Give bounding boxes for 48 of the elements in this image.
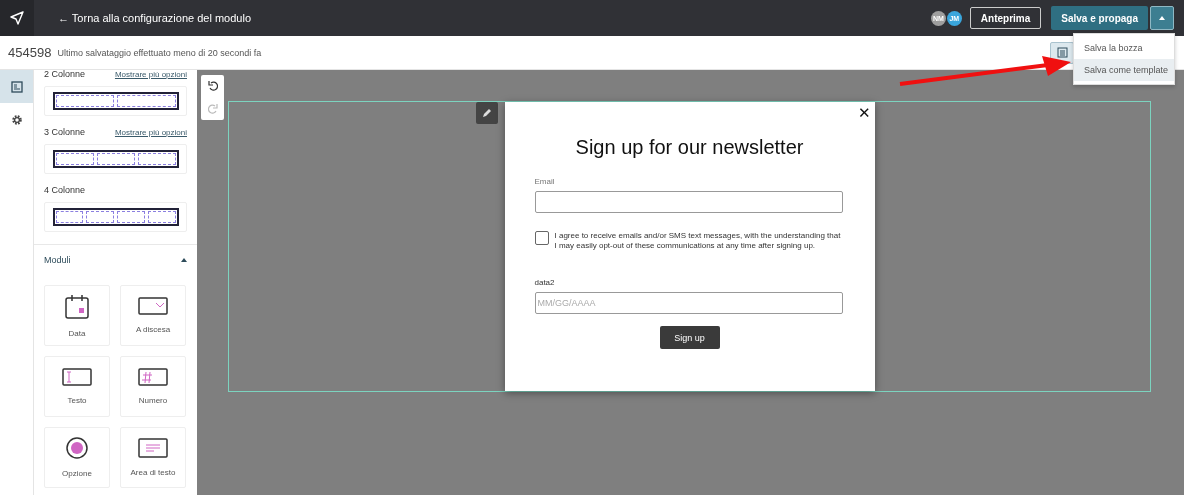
hash-field-icon (138, 368, 168, 386)
layout-label: 4 Colonne (44, 185, 86, 195)
dropdown-icon (138, 297, 168, 315)
save-status: Ultimo salvataggio effettuato meno di 20 secondi fa (57, 47, 262, 58)
form-icon (10, 80, 23, 93)
form-id: 454598 (8, 45, 52, 60)
module-tile[interactable]: Numero (120, 356, 186, 417)
menu-item[interactable]: Salva la bozza (1074, 37, 1174, 59)
consent-checkbox[interactable] (534, 231, 549, 245)
date-field[interactable]: MM/GG/AAAA (534, 292, 843, 315)
menu-toggle-button[interactable] (1150, 6, 1174, 30)
text-field-icon (62, 368, 92, 386)
more-options-link[interactable]: Mostrare più opzioni (114, 127, 187, 137)
menu-item[interactable]: Salva come template (1074, 59, 1174, 81)
more-options-link[interactable]: Mostrare più opzioni (114, 70, 187, 79)
field-label: Email (534, 177, 556, 186)
layout-card[interactable] (44, 144, 187, 174)
sign-up-button[interactable]: Sign up (659, 326, 720, 350)
undo-icon[interactable] (207, 81, 218, 92)
module-tile[interactable]: A discesa (120, 285, 186, 346)
caret-icon (1159, 16, 1165, 20)
layout-label: 3 Colonne (44, 127, 86, 137)
layout-card[interactable] (44, 202, 187, 232)
module-tile[interactable]: Testo (44, 356, 110, 417)
field-label: data2 (534, 278, 556, 288)
email-field[interactable] (534, 191, 843, 213)
calendar-icon (65, 293, 89, 319)
close-button[interactable]: ✕ (857, 104, 871, 122)
layout-label: 2 Colonne (44, 70, 86, 79)
settings-icon (10, 113, 23, 126)
module-tile[interactable]: Opzione (44, 427, 110, 488)
paper-plane-icon (10, 11, 24, 25)
preview-button[interactable]: Anteprima (969, 7, 1042, 29)
consent-text: I agree to receive emails and/or SMS text messages, with the understanding that I may easily opt-out of these communications at any time after signing up. (554, 231, 842, 251)
layout-card[interactable] (44, 86, 187, 116)
module-tile[interactable]: Area di testo (120, 427, 186, 488)
sidebar-tab[interactable] (0, 70, 33, 103)
save-button[interactable]: Salva e propaga (1051, 6, 1148, 30)
radio-icon (66, 437, 88, 459)
module-tile[interactable]: Data (44, 285, 110, 346)
edit-button[interactable] (476, 102, 498, 124)
textarea-icon (138, 438, 168, 458)
section-header[interactable]: Moduli (44, 245, 187, 275)
document-icon (1056, 47, 1068, 58)
pencil-icon (482, 108, 492, 118)
caret-icon (181, 258, 187, 262)
popup-title: Sign up for our newsletter (574, 136, 805, 159)
back-link[interactable]: ← Torna alla configurazione del modulo (58, 12, 252, 24)
